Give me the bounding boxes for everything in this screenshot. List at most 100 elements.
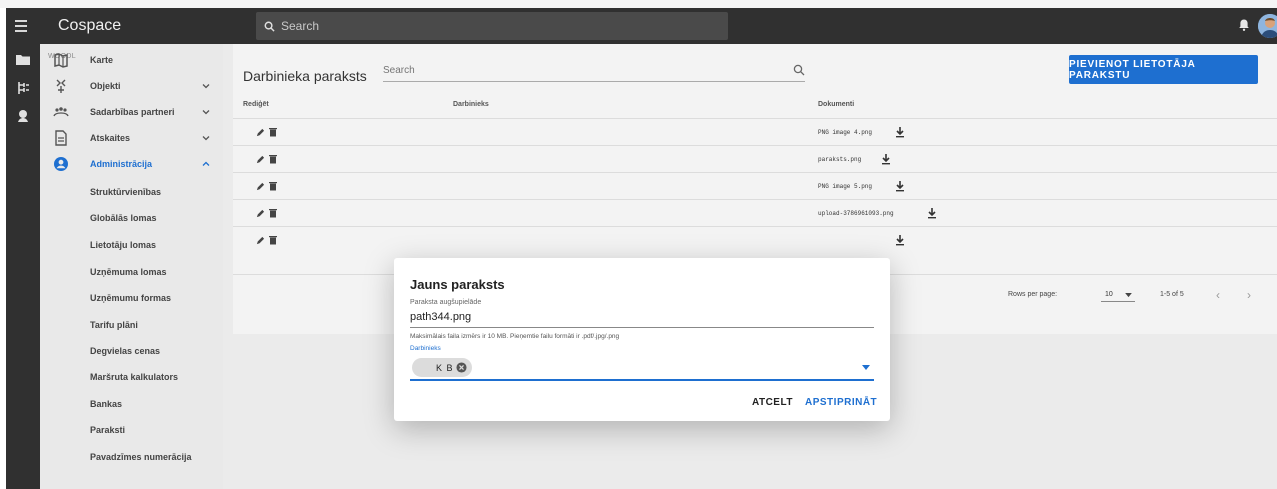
sidebar-subitem[interactable]: Degvielas cenas [40, 338, 223, 364]
sidebar-item-label: Administrācija [90, 159, 153, 169]
bell-icon[interactable] [1237, 18, 1251, 32]
table-row: paraksts.png [233, 145, 1277, 172]
app-title: Cospace [58, 17, 122, 34]
employee-select[interactable]: K B [410, 355, 874, 381]
table-row: PNG image 5.png [233, 172, 1277, 199]
icon-rail [6, 44, 40, 489]
sidebar-subitem-label: Pavadzīmes numerācija [90, 452, 192, 462]
person-pin-icon[interactable] [15, 108, 31, 124]
sidebar-item-sadarbibas-partneri[interactable]: Sadarbības partneri [40, 99, 223, 125]
sidebar-item-administracija[interactable]: Administrācija [40, 151, 223, 177]
sidebar-subitem-label: Lietotāju lomas [90, 240, 157, 250]
edit-icon[interactable] [256, 155, 265, 164]
sidebar-item-karte[interactable]: Karte [40, 47, 223, 73]
sidebar-subitem[interactable]: Bankas [40, 391, 223, 417]
document-link[interactable]: PNG image 5.png [818, 183, 872, 190]
document-link[interactable]: paraksts.png [818, 156, 861, 163]
add-signature-button[interactable]: PIEVIENOT LIETOTĀJA PARAKSTU [1069, 55, 1258, 84]
download-icon[interactable] [895, 234, 905, 246]
sidebar-subitem[interactable]: Tarifu plāni [40, 312, 223, 338]
next-page-icon[interactable]: › [1247, 288, 1251, 302]
chevron-up-icon [202, 161, 210, 166]
sidebar-subitem[interactable]: Uzņēmumu formas [40, 285, 223, 311]
upload-field-label: Paraksta augšupielāde [410, 299, 482, 306]
sidebar-item-label: Atskaites [90, 133, 131, 143]
upload-field[interactable]: path344.png [410, 311, 874, 328]
sidebar-subitem-label: Globālās lomas [90, 213, 157, 223]
delete-icon[interactable] [269, 181, 277, 191]
column-header-edit: Rediģēt [243, 101, 269, 108]
tree-structure-icon[interactable] [15, 80, 31, 96]
column-header-employee: Darbinieks [453, 101, 489, 108]
rows-per-page-value: 10 [1105, 291, 1113, 298]
search-icon [264, 21, 275, 32]
chevron-down-icon [202, 136, 210, 141]
sidebar-subitem[interactable]: Maršruta kalkulators [40, 364, 223, 390]
new-signature-dialog: Jauns paraksts Paraksta augšupielāde pat… [394, 258, 890, 421]
sidebar-subitem[interactable]: Uzņēmuma lomas [40, 259, 223, 285]
sidebar-subitem-label: Uzņēmumu formas [90, 293, 172, 303]
menu-icon[interactable] [6, 8, 36, 44]
cancel-button[interactable]: ATCELT [752, 397, 793, 408]
objects-icon [56, 79, 66, 93]
delete-icon[interactable] [269, 208, 277, 218]
upload-help-text: Maksimālais faila izmērs ir 10 MB. Pieņe… [410, 333, 620, 340]
delete-icon[interactable] [269, 235, 277, 245]
rows-per-page-label: Rows per page: [1008, 291, 1058, 298]
chevron-down-icon [202, 110, 210, 115]
dropdown-arrow-icon [1125, 293, 1132, 298]
sidebar-item-atskaites[interactable]: Atskaites [40, 125, 223, 151]
previous-page-icon[interactable]: ‹ [1216, 288, 1220, 302]
sidebar-subitem[interactable]: Struktūrvienības [40, 179, 223, 205]
remove-chip-icon[interactable] [456, 362, 467, 373]
confirm-button[interactable]: APSTIPRINĀT [805, 397, 877, 408]
delete-icon[interactable] [269, 154, 277, 164]
download-icon[interactable] [927, 207, 937, 219]
search-icon[interactable] [793, 64, 805, 76]
top-strip [0, 0, 1277, 8]
account-circle-icon [54, 157, 68, 171]
document-link[interactable]: upload-3786961093.png [818, 210, 894, 217]
global-search[interactable]: Search [256, 12, 728, 40]
document-link[interactable]: PNG image 4.png [818, 129, 872, 136]
delete-icon[interactable] [269, 127, 277, 137]
download-icon[interactable] [881, 153, 891, 165]
table-header: Rediģēt Darbinieks Dokumenti [233, 92, 1277, 118]
reports-icon [55, 130, 67, 146]
chevron-down-icon [202, 84, 210, 89]
sidebar-item-label: Sadarbības partneri [90, 107, 175, 117]
download-icon[interactable] [895, 126, 905, 138]
sidebar-subitem[interactable]: Paraksti [40, 417, 223, 443]
app-bar: Cospace Search [6, 8, 1277, 44]
sidebar-subitem[interactable]: Lietotāju lomas [40, 232, 223, 258]
sidebar-item-objekti[interactable]: Objekti [40, 73, 223, 99]
download-icon[interactable] [895, 180, 905, 192]
folder-icon[interactable] [15, 52, 31, 68]
edit-icon[interactable] [256, 209, 265, 218]
sidebar-subitem[interactable]: Pavadzīmes numerācija [40, 444, 223, 470]
table-search-input[interactable] [383, 60, 773, 81]
table-row [233, 226, 1277, 253]
employee-chip[interactable]: K B [412, 358, 472, 377]
sidebar-subitem[interactable]: Globālās lomas [40, 205, 223, 231]
edit-icon[interactable] [256, 182, 265, 191]
sidebar-item-label: Karte [90, 55, 114, 65]
avatar[interactable] [1258, 14, 1277, 38]
table-row: upload-3786961093.png [233, 199, 1277, 226]
edit-icon[interactable] [256, 128, 265, 137]
sidebar-subitem-label: Degvielas cenas [90, 346, 161, 356]
sidebar-subitem-label: Struktūrvienības [90, 187, 162, 197]
column-header-documents: Dokumenti [818, 101, 855, 108]
page-range: 1-5 of 5 [1160, 291, 1184, 298]
sidebar-subitem-label: Uzņēmuma lomas [90, 267, 167, 277]
table-search [383, 60, 805, 82]
sidebar: WOODL Karte Objekti Sadarbības partneri … [40, 44, 223, 489]
table-row: PNG image 4.png [233, 118, 1277, 145]
global-search-placeholder: Search [281, 19, 320, 33]
sidebar-subitem-label: Bankas [90, 399, 123, 409]
dropdown-arrow-icon[interactable] [862, 365, 870, 371]
edit-icon[interactable] [256, 236, 265, 245]
employee-chip-label: K B [436, 362, 454, 373]
rows-per-page-select[interactable]: 10 [1101, 288, 1135, 302]
sidebar-subitem-label: Paraksti [90, 425, 126, 435]
